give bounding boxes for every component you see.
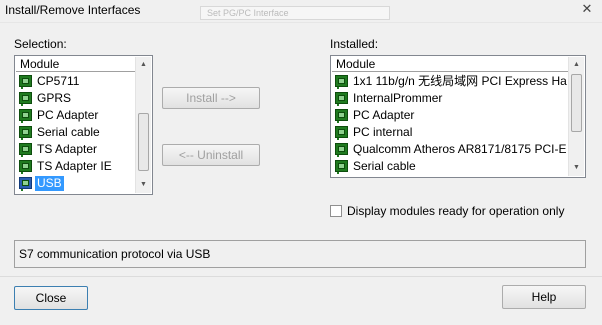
selection-column-header[interactable]: Module: [16, 57, 135, 72]
installed-item-wlan[interactable]: 1x1 11b/g/n 无线局域网 PCI Express Half M: [333, 73, 567, 90]
module-icon: [335, 75, 348, 89]
module-icon: [335, 160, 348, 174]
installed-list[interactable]: Module 1x1 11b/g/n 无线局域网 PCI Express Hal…: [330, 55, 586, 178]
installed-item-serial-cable[interactable]: Serial cable: [333, 158, 567, 175]
module-icon: [335, 109, 348, 123]
scroll-up-icon[interactable]: ▲: [136, 57, 151, 73]
selection-label: Selection:: [14, 37, 67, 51]
selection-item-ts-adapter-ie[interactable]: TS Adapter IE: [17, 158, 134, 175]
close-button[interactable]: Close: [14, 286, 88, 310]
ready-modules-checkbox[interactable]: [330, 205, 342, 217]
selection-item-serial-cable[interactable]: Serial cable: [17, 124, 134, 141]
module-icon: [19, 126, 32, 140]
selection-scrollbar[interactable]: ▲ ▼: [135, 57, 151, 193]
ready-modules-label[interactable]: Display modules ready for operation only: [347, 204, 564, 218]
divider: [0, 276, 602, 277]
selection-item-cp5711[interactable]: CP5711: [17, 73, 134, 90]
installed-item-qualcomm[interactable]: Qualcomm Atheros AR8171/8175 PCI-E Gigal: [333, 141, 567, 158]
selection-item-pc-adapter[interactable]: PC Adapter: [17, 107, 134, 124]
installed-item-internalprommer[interactable]: InternalPrommer: [333, 90, 567, 107]
scroll-up-icon[interactable]: ▲: [569, 57, 584, 73]
installed-scrollbar[interactable]: ▲ ▼: [568, 57, 584, 176]
selection-list[interactable]: Module CP5711 GPRS PC Adapter Serial cab…: [14, 55, 153, 195]
scroll-down-icon[interactable]: ▼: [136, 177, 151, 193]
module-icon: [335, 92, 348, 106]
close-window-icon[interactable]: ✕: [572, 0, 602, 18]
title-bar: Install/Remove Interfaces Set PG/PC Inte…: [0, 0, 602, 23]
description-text: S7 communication protocol via USB: [19, 247, 211, 261]
installed-item-pc-adapter[interactable]: PC Adapter: [333, 107, 567, 124]
installed-item-pc-internal[interactable]: PC internal: [333, 124, 567, 141]
description-box: S7 communication protocol via USB: [14, 240, 586, 268]
selection-item-gprs[interactable]: GPRS: [17, 90, 134, 107]
scroll-thumb[interactable]: [138, 113, 149, 171]
help-button[interactable]: Help: [502, 285, 586, 309]
module-icon: [19, 143, 32, 157]
background-tab: Set PG/PC Interface: [200, 6, 390, 20]
module-icon: [19, 75, 32, 89]
selection-item-ts-adapter[interactable]: TS Adapter: [17, 141, 134, 158]
install-button[interactable]: Install -->: [162, 87, 260, 109]
installed-column-header[interactable]: Module: [332, 57, 568, 72]
uninstall-button[interactable]: <-- Uninstall: [162, 144, 260, 166]
module-icon: [19, 109, 32, 123]
window-title: Install/Remove Interfaces: [5, 3, 141, 17]
scroll-down-icon[interactable]: ▼: [569, 160, 584, 176]
selection-item-usb[interactable]: USB: [17, 175, 134, 192]
module-icon: [335, 143, 348, 157]
module-icon: [19, 92, 32, 106]
usb-icon: [19, 177, 32, 191]
installed-label: Installed:: [330, 37, 379, 51]
scroll-thumb[interactable]: [571, 74, 582, 132]
module-icon: [335, 126, 348, 140]
module-icon: [19, 160, 32, 174]
